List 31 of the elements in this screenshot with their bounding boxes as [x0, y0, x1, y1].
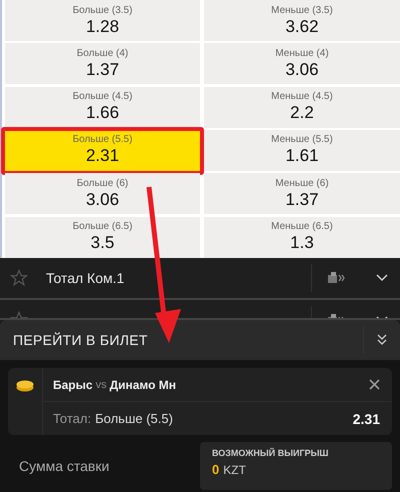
odds-cell[interactable]: Больше (6.5) 3.5 — [5, 216, 200, 258]
odds-cell[interactable]: Больше (4.5) 1.66 — [5, 86, 200, 128]
odds-cell[interactable]: Меньше (4) 3.06 — [204, 43, 400, 84]
double-chevron-icon — [377, 334, 387, 346]
odds-cell[interactable]: Меньше (6.5) 1.3 — [204, 216, 400, 258]
payout-label: ВОЗМОЖНЫЙ ВЫИГРЫШ — [212, 448, 330, 458]
odds-value: 2.31 — [352, 410, 380, 426]
stake-label: Сумма ставки — [18, 458, 110, 474]
bet-slip-title: ПЕРЕЙТИ В БИЛЕТ — [12, 332, 149, 348]
odds-cell[interactable]: Меньше (6) 1.37 — [204, 173, 400, 214]
away-team: Динамо Мн — [110, 378, 176, 392]
puck-icon — [16, 380, 34, 392]
payout-amount: 0 — [212, 462, 220, 477]
selection-label: Больше (5.5) — [95, 411, 174, 426]
market-title: Тотал Ком.1 — [46, 270, 126, 286]
close-icon — [369, 379, 380, 390]
odds-cell[interactable]: Больше (4) 1.37 — [5, 43, 200, 84]
odds-cell[interactable]: Больше (3.5) 1.28 — [5, 0, 200, 41]
currency-label: KZT — [223, 463, 246, 477]
chevron-down-icon[interactable] — [376, 274, 388, 282]
odds-cell[interactable]: Меньше (5.5) 1.61 — [204, 130, 400, 171]
home-team: Барыс — [53, 378, 93, 392]
odds-cell[interactable]: Меньше (3.5) 3.62 — [204, 0, 400, 41]
market-label: Тотал: — [53, 411, 92, 426]
odds-cell[interactable]: Больше (6) 3.06 — [5, 173, 200, 214]
close-button[interactable] — [369, 379, 380, 390]
bet-slip-header[interactable]: ПЕРЕЙТИ В БИЛЕТ — [0, 320, 400, 360]
market-row[interactable] — [0, 300, 400, 320]
odds-cell[interactable]: Меньше (4.5) 2.2 — [204, 86, 400, 128]
versus-label: vs — [96, 378, 107, 390]
market-row[interactable]: Тотал Ком.1 — [0, 258, 400, 300]
